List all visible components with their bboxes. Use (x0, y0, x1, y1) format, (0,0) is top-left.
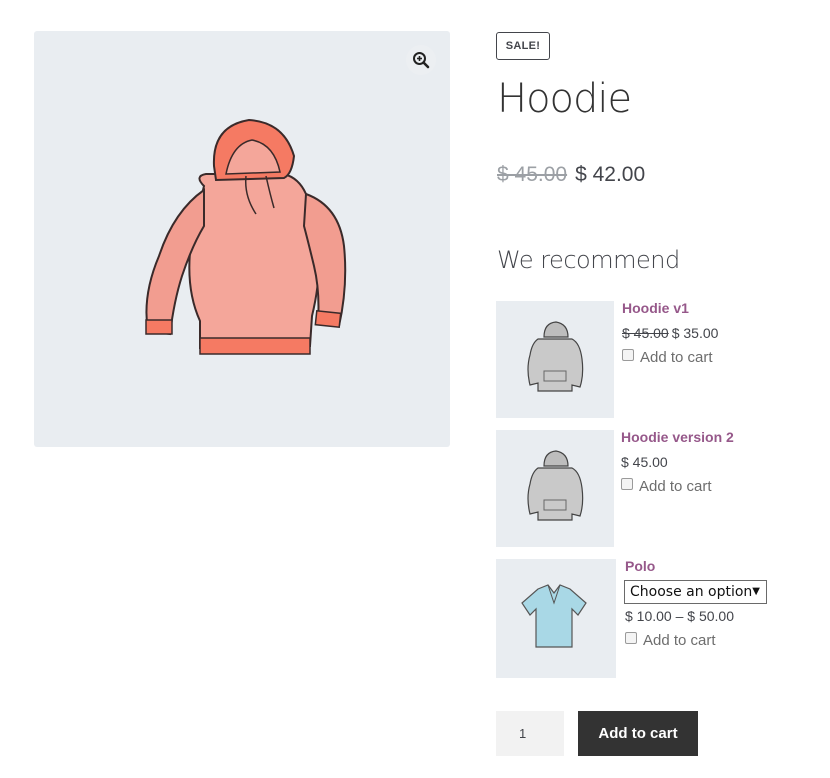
rec-price-hoodie-version-2: $ 45.00 (621, 454, 668, 470)
rec-name-hoodie-v1[interactable]: Hoodie v1 (622, 300, 689, 316)
add-to-cart-label: Add to cart (643, 632, 716, 649)
select-value: Choose an option (630, 584, 753, 600)
quantity-input[interactable]: 1 (496, 711, 564, 756)
rec-thumb-hoodie-v1[interactable] (496, 301, 614, 418)
product-gallery (34, 31, 450, 447)
product-sale-price: $ 42.00 (575, 163, 646, 186)
polo-blue-icon (521, 584, 587, 648)
product-title: Hoodie (497, 76, 632, 122)
rec-thumb-polo[interactable] (496, 559, 616, 678)
zoom-button[interactable] (406, 45, 436, 75)
rec-add-to-cart-hoodie-v1[interactable]: Add to cart (622, 348, 713, 366)
rec-old-price: $ 45.00 (622, 325, 669, 341)
add-to-cart-label: Add to cart (640, 349, 713, 366)
add-to-cart-checkbox[interactable] (625, 631, 637, 644)
add-to-cart-checkbox[interactable] (621, 477, 633, 490)
rec-thumb-hoodie-version-2[interactable] (496, 430, 614, 547)
rec-add-to-cart-hoodie-version-2[interactable]: Add to cart (621, 477, 712, 495)
add-to-cart-checkbox[interactable] (622, 348, 634, 361)
rec-name-polo[interactable]: Polo (625, 558, 655, 574)
rec-price-hoodie-v1: $ 45.00 $ 35.00 (622, 325, 718, 341)
caret-down-icon: ▼ (752, 586, 760, 597)
rec-add-to-cart-polo[interactable]: Add to cart (625, 631, 716, 649)
add-to-cart-label: Add to cart (639, 478, 712, 495)
add-to-cart-button[interactable]: Add to cart (578, 711, 698, 756)
hoodie-grey-icon (527, 321, 584, 392)
rec-price-polo: $ 10.00 – $ 50.00 (625, 608, 734, 624)
product-price: $ 45.00 $ 42.00 (497, 163, 645, 187)
recommend-heading: We recommend (497, 246, 680, 274)
product-old-price: $ 45.00 (497, 163, 568, 186)
rec-sale-price: $ 35.00 (671, 325, 719, 341)
sale-badge: SALE! (496, 32, 550, 60)
hoodie-grey-icon (527, 450, 584, 521)
magnify-plus-icon (413, 52, 430, 69)
rec-name-hoodie-version-2[interactable]: Hoodie version 2 (621, 429, 734, 445)
variation-select[interactable]: Choose an option ▼ (624, 580, 767, 604)
hoodie-main-image[interactable] (134, 116, 350, 366)
